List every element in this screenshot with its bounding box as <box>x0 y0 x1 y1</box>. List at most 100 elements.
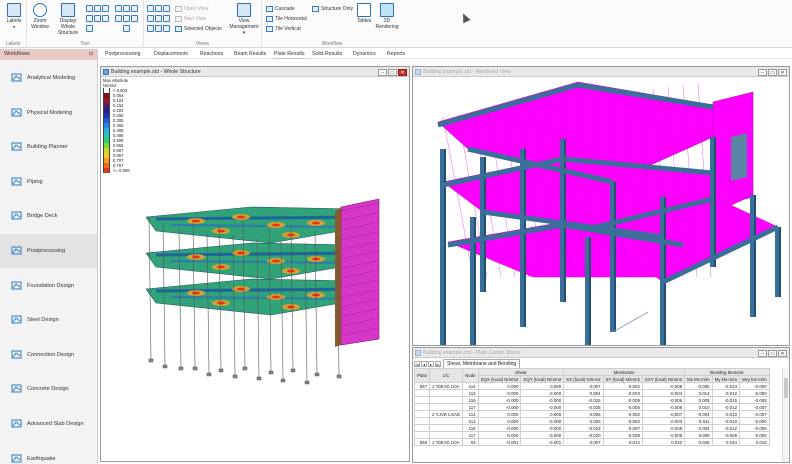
labels-button[interactable]: Labels ▾ <box>5 3 23 30</box>
tables-button[interactable]: Tables <box>355 3 373 24</box>
reset-view-icon[interactable] <box>163 25 170 32</box>
col-header[interactable]: Mx kN·m/m <box>684 375 713 383</box>
minimize-button[interactable]: – <box>378 69 387 76</box>
table-row[interactable]: 116 -0.000 -0.000 -0.023 -0.007 -0.005 0.004 -0… <box>413 424 770 432</box>
tab-dynamics[interactable]: Dynamics <box>353 50 376 59</box>
tile-horizontal-button[interactable]: Tile Horizontal <box>266 15 307 23</box>
view-side-icon[interactable] <box>131 5 138 12</box>
sheet-tab-shear-membrane-bending[interactable]: Shear, Membrane and Bending <box>443 359 521 368</box>
stress-peak <box>272 223 280 227</box>
sidebar-item-foundation-design[interactable]: Foundation Design <box>0 269 97 303</box>
col-lc[interactable]: L/C <box>429 368 464 383</box>
rotate-up-icon[interactable] <box>147 5 154 12</box>
structure-only-button[interactable]: Structure Only <box>312 5 353 13</box>
selected-objects-button[interactable]: Selected Objects <box>175 25 222 33</box>
plate-stress-contour-view[interactable] <box>101 77 409 461</box>
rotate-right-icon[interactable] <box>147 15 154 22</box>
tile-vertical-button[interactable]: Tile Vertical <box>266 25 301 33</box>
sidebar-item-postprocessing[interactable]: Postprocessing <box>0 234 97 268</box>
3d-rendering-button[interactable]: 3D Rendering <box>374 3 400 30</box>
cascade-button[interactable]: Cascade <box>266 5 295 13</box>
scrollbar-thumb[interactable] <box>784 378 788 398</box>
tab-postprocessing[interactable]: Postprocessing <box>105 50 140 59</box>
rotate-down-icon[interactable] <box>155 5 162 12</box>
sidebar-item-advanced-slab-design[interactable]: Advanced Slab Design <box>0 407 97 441</box>
table-row[interactable]: 117 -0.000 -0.000 -0.025 -0.005 -0.006 0.010 -0… <box>413 403 770 411</box>
view-bottom-icon[interactable] <box>123 15 130 22</box>
zoom-in-icon[interactable] <box>86 5 93 12</box>
tab-displacements[interactable]: Displacements <box>154 50 188 59</box>
table-row[interactable]: 116 -0.000 -0.000 -0.026 -0.009 -0.006 0.005 -0… <box>413 396 770 404</box>
col-header[interactable]: SQY (local) N/mm2 <box>520 375 565 383</box>
col-header[interactable]: SY (local) N/mm2 <box>602 375 643 383</box>
sidebar-item-concrete-design[interactable]: Concrete Design <box>0 372 97 406</box>
display-whole-structure-button[interactable]: Display Whole Structure <box>52 3 84 36</box>
zoom-out-icon[interactable] <box>94 5 101 12</box>
tab-reactions[interactable]: Reactions <box>200 50 223 59</box>
col-header[interactable]: My kN·m/m <box>711 375 741 383</box>
tab-solid-results[interactable]: Solid Results <box>312 50 342 59</box>
spin-left-icon[interactable] <box>155 15 162 22</box>
close-button[interactable]: ✕ <box>398 69 407 76</box>
sidebar-item-analytical-modeling[interactable]: Analytical Modeling <box>0 61 97 95</box>
prev-sheet-button[interactable]: ◂ <box>421 360 427 367</box>
minimize-button[interactable]: – <box>758 350 767 357</box>
view-front-icon[interactable] <box>115 5 122 12</box>
tab-reports[interactable]: Reports <box>387 50 405 59</box>
whole-structure-title-bar[interactable]: Building example.std - Whole Structure –… <box>101 67 409 77</box>
col-plate[interactable]: Plate <box>413 368 431 383</box>
3d-rendered-building-view[interactable] <box>413 77 789 345</box>
table-row[interactable]: 2 *LIVE LOAD 114 0.000 0.000 0.006 -0.002 -0.0… <box>413 410 770 418</box>
view-iso-icon[interactable] <box>131 15 138 22</box>
restore-button[interactable]: ▭ <box>768 350 777 357</box>
sidebar-item-bridge-deck[interactable]: Bridge Deck <box>0 199 97 233</box>
col-header[interactable]: SQX (local) N/mm2 <box>477 375 522 383</box>
col-header[interactable]: SXY (local) N/mm2 <box>641 375 686 383</box>
sidebar-item-building-planner[interactable]: Building Planner <box>0 130 97 164</box>
new-view-button[interactable]: New View <box>175 15 206 23</box>
next-sheet-button[interactable]: ▸ <box>428 360 434 367</box>
minimize-button[interactable]: – <box>758 69 767 76</box>
rendered-view-title-bar[interactable]: Building example.std - Rendered View – ▭ ✕ <box>413 67 789 77</box>
sidebar-item-connection-design[interactable]: Connection Design <box>0 338 97 372</box>
table-title-bar[interactable]: Building example.std - Plate Center Stre… <box>413 348 789 358</box>
sidebar-item-earthquake[interactable]: Earthquake <box>0 442 97 464</box>
table-vertical-scrollbar[interactable] <box>782 368 788 462</box>
zoom-dynamic-icon[interactable] <box>102 5 109 12</box>
table-row[interactable]: 117 -0.000 -0.000 -0.020 -0.005 -0.005 0.008 -0… <box>413 431 770 439</box>
restore-button[interactable]: ▭ <box>768 69 777 76</box>
col-header[interactable]: Mxy kN·m/m <box>739 375 770 383</box>
close-button[interactable]: ✕ <box>778 350 787 357</box>
zoom-next-icon[interactable] <box>94 15 101 22</box>
zoom-previous-icon[interactable] <box>86 15 93 22</box>
sidebar-item-physical-modeling[interactable]: Physical Modeling <box>0 96 97 130</box>
view-management-button[interactable]: View Management ▾ <box>228 3 260 36</box>
steel-design-icon <box>11 314 22 325</box>
table-row[interactable]: 113 0.000 -0.000 0.004 -0.003 -0.004 0.014 -0.0… <box>413 389 770 397</box>
pin-icon[interactable]: ⊐ <box>88 49 93 60</box>
col-node[interactable]: Node <box>462 368 479 383</box>
sidebar-item-steel-design[interactable]: Steel Design <box>0 303 97 337</box>
restore-button[interactable]: ▭ <box>388 69 397 76</box>
first-sheet-button[interactable]: |◂ <box>414 360 420 367</box>
sidebar-item-piping[interactable]: Piping <box>0 165 97 199</box>
close-button[interactable]: ✕ <box>778 69 787 76</box>
tab-beam-results[interactable]: Beam Results <box>234 50 266 59</box>
table-row[interactable]: 558 1 *DEAD LOA 63 -0.001 -0.001 0.007 0.014 0.… <box>413 438 770 446</box>
spin-right-icon[interactable] <box>163 15 170 22</box>
view-top-icon[interactable] <box>123 5 130 12</box>
table-row[interactable]: 557 1 *DEAD LOA 114 0.000 0.000 0.007 -0.002 -0… <box>413 382 770 390</box>
table-row[interactable]: 113 0.000 -0.000 0.003 -0.002 -0.003 0.011 -0.0… <box>413 417 770 425</box>
open-view-button[interactable]: Open View <box>175 5 208 13</box>
tab-plate-results[interactable]: Plate Results <box>274 50 305 59</box>
zoom-extents-icon[interactable] <box>102 15 109 22</box>
view-left-icon[interactable] <box>123 25 130 32</box>
rotate-left-icon[interactable] <box>163 5 170 12</box>
view-back-icon[interactable] <box>115 15 122 22</box>
zoom-window-button[interactable]: Zoom Window <box>29 3 51 30</box>
pan-icon[interactable] <box>86 25 93 32</box>
rotate-cw-icon[interactable] <box>147 25 154 32</box>
last-sheet-button[interactable]: ▸| <box>435 360 441 367</box>
col-header[interactable]: SX (local) N/mm2 <box>563 375 604 383</box>
rotate-ccw-icon[interactable] <box>155 25 162 32</box>
